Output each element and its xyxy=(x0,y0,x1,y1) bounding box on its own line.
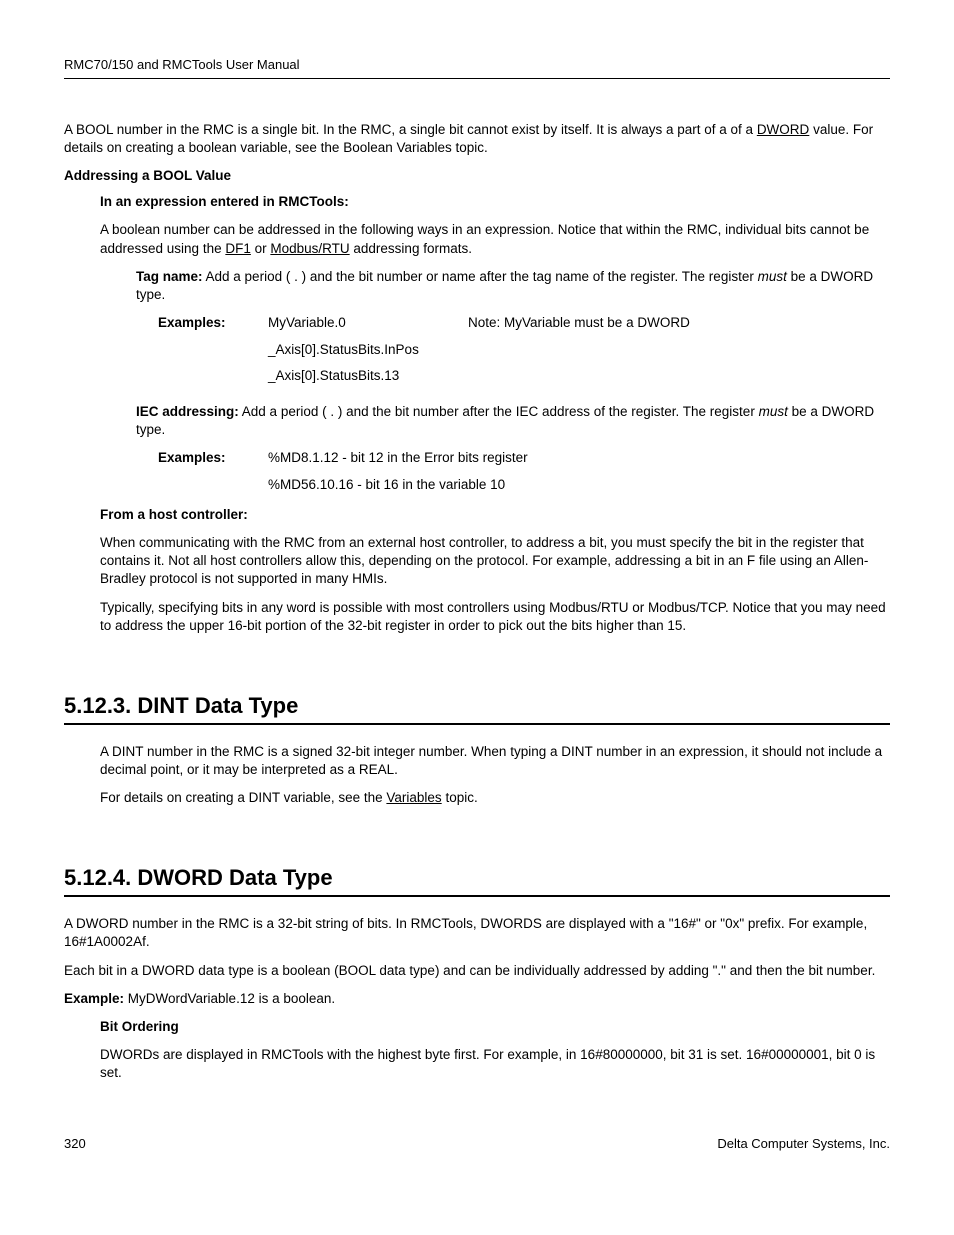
dint-divider xyxy=(64,723,890,725)
iec-label: IEC addressing: xyxy=(136,404,239,419)
iec-paragraph: IEC addressing: Add a period ( . ) and t… xyxy=(136,403,890,439)
bool-intro-paragraph: A BOOL number in the RMC is a single bit… xyxy=(64,121,890,157)
expr-text-a: A boolean number can be addressed in the… xyxy=(100,222,869,255)
expr-paragraph: A boolean number can be addressed in the… xyxy=(100,221,890,257)
expr-heading: In an expression entered in RMCTools: xyxy=(100,193,890,211)
modbus-link[interactable]: Modbus/RTU xyxy=(270,241,349,256)
example-row-3: _Axis[0].StatusBits.13 xyxy=(158,367,890,385)
header-title: RMC70/150 and RMCTools User Manual xyxy=(64,57,300,72)
examples-label: Examples: xyxy=(158,314,268,332)
expr-text-b: or xyxy=(251,241,271,256)
company-name: Delta Computer Systems, Inc. xyxy=(717,1135,890,1153)
example-code-2: _Axis[0].StatusBits.InPos xyxy=(268,341,419,359)
tag-text-a: Add a period ( . ) and the bit number or… xyxy=(203,269,758,284)
variables-link[interactable]: Variables xyxy=(386,790,441,805)
tag-text-must: must xyxy=(758,269,787,284)
example-code-3: _Axis[0].StatusBits.13 xyxy=(268,367,399,385)
tag-name-paragraph: Tag name: Add a period ( . ) and the bit… xyxy=(136,268,890,304)
example-code-1: MyVariable.0 xyxy=(268,314,468,332)
iec-examples-label: Examples: xyxy=(158,449,268,467)
dword-p1: A DWORD number in the RMC is a 32-bit st… xyxy=(64,915,890,951)
tag-name-label: Tag name: xyxy=(136,269,203,284)
iec-example-row-2: %MD56.10.16 - bit 16 in the variable 10 xyxy=(158,476,890,494)
example-text: MyDWordVariable.12 is a boolean. xyxy=(124,991,335,1006)
dint-heading: 5.12.3. DINT Data Type xyxy=(64,691,890,721)
dint-p2-b: topic. xyxy=(442,790,478,805)
iec-example-2: %MD56.10.16 - bit 16 in the variable 10 xyxy=(268,476,505,494)
dint-p2-a: For details on creating a DINT variable,… xyxy=(100,790,386,805)
iec-example-1: %MD8.1.12 - bit 12 in the Error bits reg… xyxy=(268,449,528,467)
example-note-1: Note: MyVariable must be a DWORD xyxy=(468,314,690,332)
addressing-heading: Addressing a BOOL Value xyxy=(64,167,890,185)
expr-text-c: addressing formats. xyxy=(350,241,472,256)
iec-text-a: Add a period ( . ) and the bit number af… xyxy=(239,404,759,419)
host-heading: From a host controller: xyxy=(100,506,890,524)
intro-text-a: A BOOL number in the RMC is a single bit… xyxy=(64,122,757,137)
example-label: Example: xyxy=(64,991,124,1006)
page-header: RMC70/150 and RMCTools User Manual xyxy=(64,56,890,79)
page-number: 320 xyxy=(64,1135,86,1153)
dword-example: Example: MyDWordVariable.12 is a boolean… xyxy=(64,990,890,1008)
bit-ordering-p: DWORDs are displayed in RMCTools with th… xyxy=(100,1046,890,1082)
df1-link[interactable]: DF1 xyxy=(225,241,251,256)
dword-link[interactable]: DWORD xyxy=(757,122,810,137)
iec-example-row-1: Examples: %MD8.1.12 - bit 12 in the Erro… xyxy=(158,449,890,467)
example-row-2: _Axis[0].StatusBits.InPos xyxy=(158,341,890,359)
iec-text-must: must xyxy=(759,404,788,419)
host-p1: When communicating with the RMC from an … xyxy=(100,534,890,589)
host-p2: Typically, specifying bits in any word i… xyxy=(100,599,890,635)
page-footer: 320 Delta Computer Systems, Inc. xyxy=(64,1135,890,1153)
dword-heading: 5.12.4. DWORD Data Type xyxy=(64,863,890,893)
example-row-1: Examples: MyVariable.0 Note: MyVariable … xyxy=(158,314,890,332)
dint-p1: A DINT number in the RMC is a signed 32-… xyxy=(100,743,890,779)
bit-ordering-heading: Bit Ordering xyxy=(100,1018,890,1036)
dword-divider xyxy=(64,895,890,897)
dword-p2: Each bit in a DWORD data type is a boole… xyxy=(64,962,890,980)
dint-p2: For details on creating a DINT variable,… xyxy=(100,789,890,807)
